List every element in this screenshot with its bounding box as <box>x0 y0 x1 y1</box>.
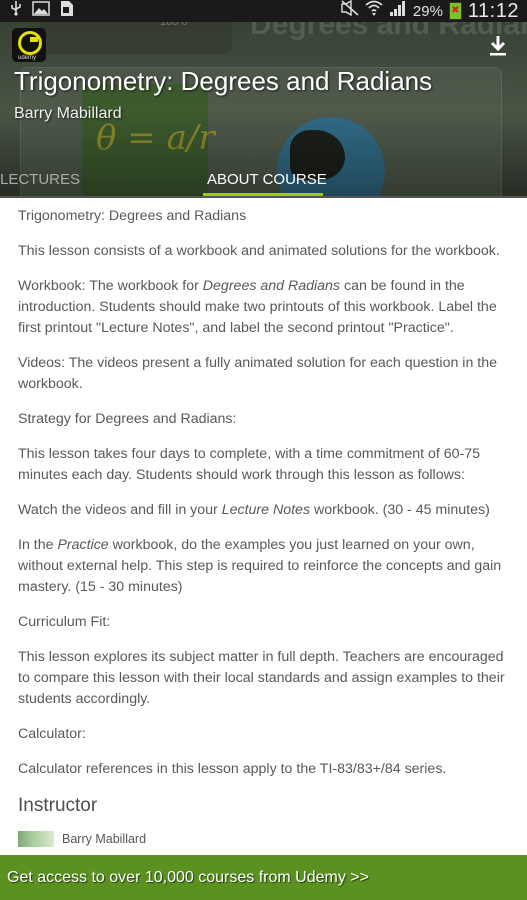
about-course-content: Trigonometry: Degrees and Radians This l… <box>18 206 513 848</box>
about-paragraph: Curriculum Fit: <box>18 614 111 630</box>
image-notification-icon <box>32 0 50 22</box>
about-paragraph: This lesson explores its subject matter … <box>18 649 505 707</box>
usb-icon <box>10 0 22 22</box>
about-paragraph: This lesson takes four days to complete,… <box>18 446 481 483</box>
course-header: 180 6 Degrees and Radians θ = a/r udemy … <box>0 22 527 198</box>
instructor-item[interactable]: Barry Mabillard <box>18 830 513 848</box>
udemy-logo[interactable]: udemy <box>12 28 46 62</box>
about-paragraph: In the Practice workbook, do the example… <box>18 537 502 595</box>
about-paragraph: Videos: The videos present a fully anima… <box>18 355 498 392</box>
battery-icon <box>448 2 462 20</box>
signal-icon <box>389 0 407 22</box>
tab-bar: LECTURES ABOUT COURSE <box>0 167 527 198</box>
course-author: Barry Mabillard <box>14 105 122 122</box>
about-paragraph: Watch the videos and fill in your Lectur… <box>18 502 490 518</box>
promo-text: Get access to over 10,000 courses from U… <box>7 868 369 886</box>
about-paragraph: Calculator references in this lesson app… <box>18 761 447 777</box>
instructor-heading: Instructor <box>18 795 98 816</box>
tab-lectures[interactable]: LECTURES <box>0 171 80 188</box>
logo-icon <box>18 31 42 55</box>
sim-storage-icon <box>60 0 74 23</box>
status-bar: 29% 11:12 <box>0 0 527 22</box>
course-title: Trigonometry: Degrees and Radians <box>14 66 433 96</box>
promo-banner[interactable]: Get access to over 10,000 courses from U… <box>0 855 527 900</box>
about-paragraph: Workbook: The workbook for Degrees and R… <box>18 278 497 336</box>
clock: 11:12 <box>467 0 519 22</box>
download-button[interactable] <box>489 34 507 56</box>
tab-about-course[interactable]: ABOUT COURSE <box>207 171 327 188</box>
about-paragraph: Strategy for Degrees and Radians: <box>18 411 237 427</box>
about-paragraph: Trigonometry: Degrees and Radians <box>18 208 247 224</box>
about-paragraph: Calculator: <box>18 726 86 742</box>
wifi-icon <box>365 0 383 22</box>
avatar <box>18 831 54 847</box>
logo-text: udemy <box>18 55 37 61</box>
mute-icon <box>341 0 359 22</box>
instructor-name: Barry Mabillard <box>62 831 147 846</box>
about-paragraph: This lesson consists of a workbook and a… <box>18 243 500 259</box>
download-icon <box>490 36 506 56</box>
battery-percent: 29% <box>412 2 443 20</box>
